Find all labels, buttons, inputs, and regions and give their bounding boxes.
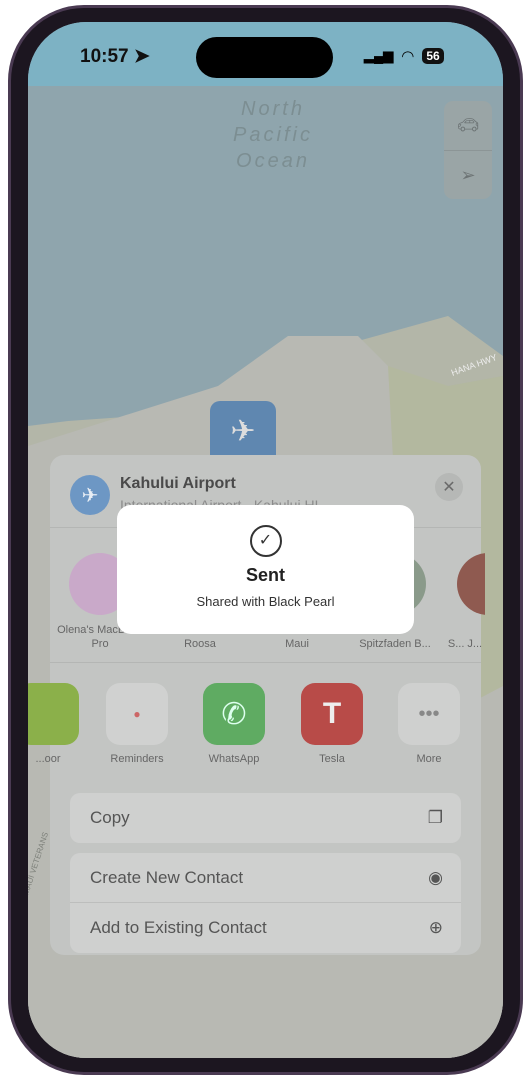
map-controls: 🚗︎ ➢ bbox=[444, 101, 492, 199]
app-name: Tesla bbox=[319, 753, 345, 765]
app-icon bbox=[28, 683, 79, 745]
battery-icon: 56 bbox=[422, 48, 444, 64]
tesla-icon: T bbox=[301, 683, 363, 745]
app-share-button[interactable]: T Tesla bbox=[292, 683, 372, 765]
location-icon[interactable]: ➢ bbox=[444, 150, 492, 199]
whatsapp-icon: ✆ bbox=[203, 683, 265, 745]
reminders-icon: ● bbox=[106, 683, 168, 745]
sent-toast: ✓ Sent Shared with Black Pearl bbox=[117, 505, 414, 634]
avatar bbox=[457, 553, 485, 615]
sheet-title: Kahului Airport bbox=[120, 475, 236, 492]
more-icon: ••• bbox=[398, 683, 460, 745]
airport-pin[interactable]: ✈ bbox=[210, 401, 276, 461]
share-target[interactable]: S... J... bbox=[445, 553, 485, 651]
location-arrow-icon: ➤ bbox=[133, 46, 150, 67]
target-name: Roosa bbox=[184, 638, 216, 650]
car-icon[interactable]: 🚗︎ bbox=[444, 101, 492, 150]
ocean-label: North Pacific Ocean bbox=[228, 96, 318, 174]
app-name: More bbox=[416, 753, 442, 765]
target-name: Maui bbox=[285, 638, 309, 650]
copy-action[interactable]: Copy ❐ bbox=[70, 793, 461, 843]
label-line: North bbox=[241, 98, 305, 120]
toast-title: Sent bbox=[245, 565, 285, 585]
airplane-icon: ✈ bbox=[230, 414, 256, 448]
create-contact-action[interactable]: Create New Contact ◉ bbox=[70, 853, 461, 903]
time-text: 10:57 bbox=[80, 46, 129, 67]
screen: 10:57 ➤ ▂▄▆ ◠ 56 North Pacific Ocean 🚗︎ … bbox=[28, 22, 503, 1058]
action-label: Add to Existing Contact bbox=[90, 918, 267, 937]
status-icons: ▂▄▆ ◠ 56 bbox=[364, 47, 444, 65]
action-label: Copy bbox=[90, 808, 130, 827]
close-button[interactable]: ✕ bbox=[435, 473, 463, 501]
person-add-icon: ⊕ bbox=[428, 918, 443, 937]
app-name: ...oor bbox=[35, 753, 61, 765]
app-name: Reminders bbox=[110, 753, 164, 765]
divider bbox=[50, 662, 481, 663]
app-share-button[interactable]: ● Reminders bbox=[97, 683, 177, 765]
copy-icon: ❐ bbox=[427, 808, 443, 827]
person-circle-icon: ◉ bbox=[428, 867, 443, 887]
checkmark-icon: ✓ bbox=[249, 525, 282, 557]
airplane-icon: ✈ bbox=[70, 475, 110, 515]
status-time: 10:57 ➤ bbox=[80, 45, 150, 68]
add-existing-contact-action[interactable]: Add to Existing Contact ⊕ bbox=[70, 903, 461, 953]
signal-icon: ▂▄▆ bbox=[364, 48, 394, 63]
dynamic-island bbox=[196, 37, 333, 78]
close-icon: ✕ bbox=[442, 479, 456, 496]
app-name: WhatsApp bbox=[208, 753, 260, 765]
wifi-icon: ◠ bbox=[401, 48, 415, 65]
label-line: Pacific bbox=[233, 124, 313, 146]
action-label: Create New Contact bbox=[90, 867, 244, 887]
label-line: Ocean bbox=[236, 150, 310, 172]
target-name: Spitzfaden B... bbox=[359, 638, 431, 650]
toast-message: Shared with Black Pearl bbox=[196, 594, 335, 609]
app-share-button[interactable]: ✆ WhatsApp bbox=[194, 683, 274, 765]
more-button[interactable]: ••• More bbox=[389, 683, 469, 765]
app-share-button[interactable]: ...oor bbox=[28, 683, 88, 765]
target-name: S... J... bbox=[447, 638, 483, 650]
